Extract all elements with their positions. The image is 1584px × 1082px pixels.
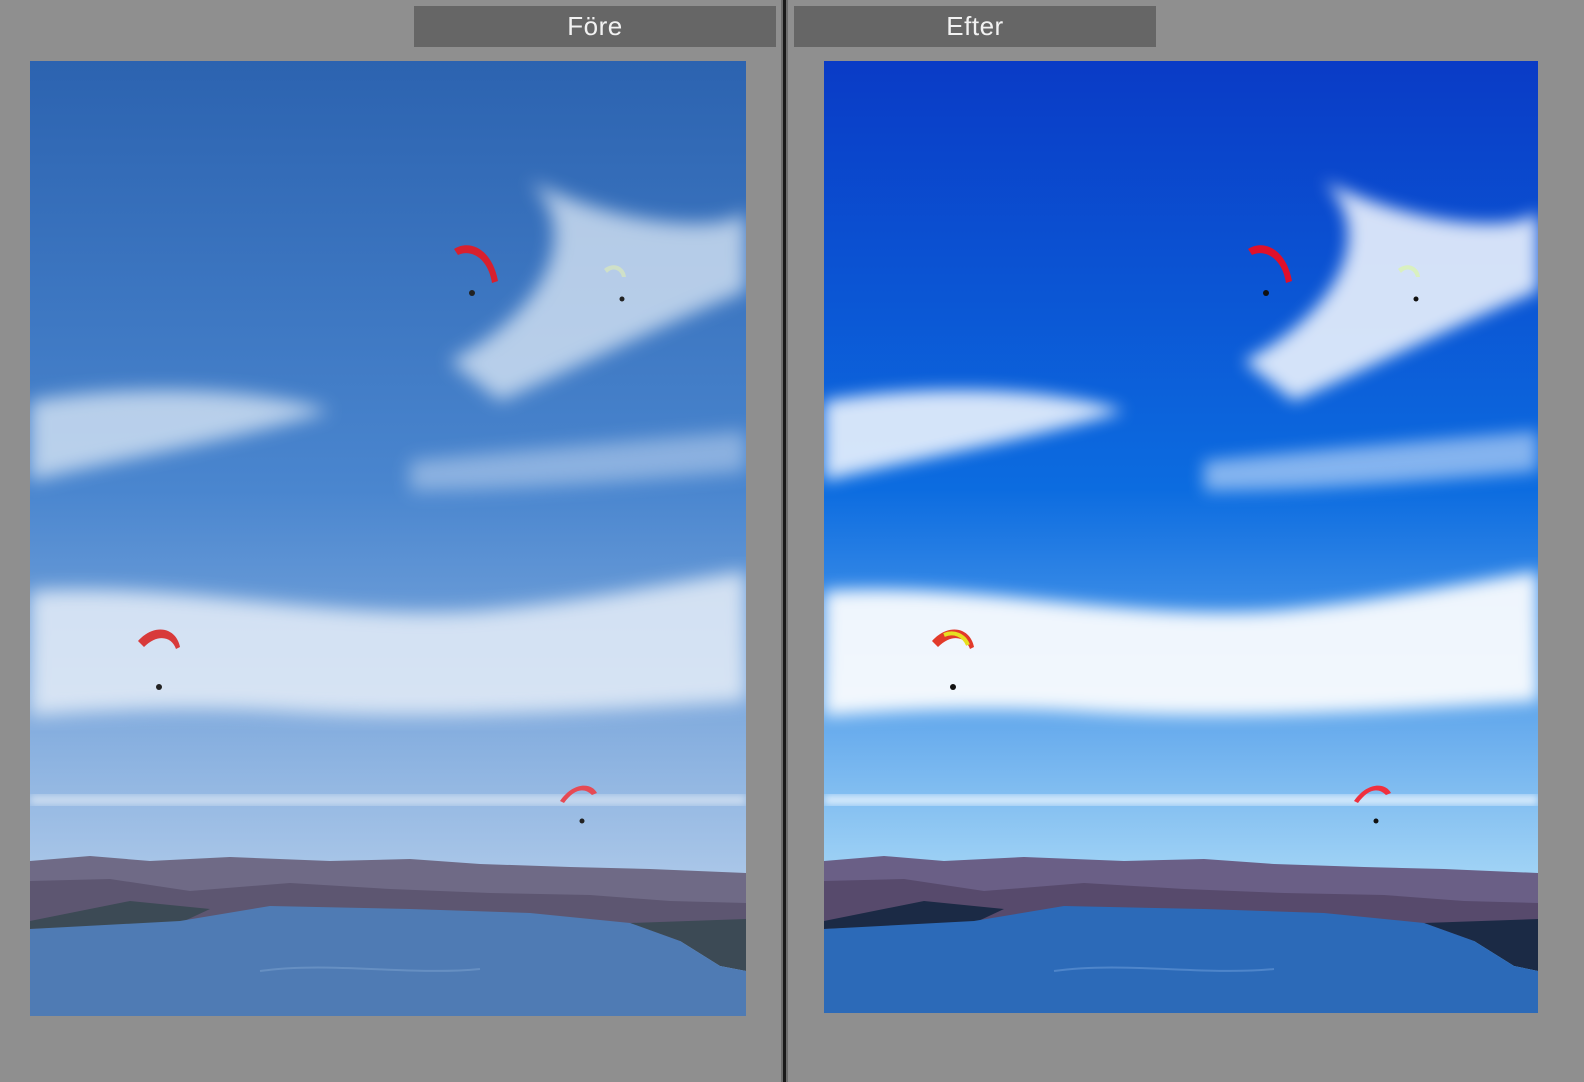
after-photo[interactable] [824,61,1538,1013]
before-pane: Före [0,0,781,1082]
before-label: Före [414,6,776,47]
after-photo-image [824,61,1538,1013]
after-label: Efter [794,6,1156,47]
after-pane [788,0,1584,1082]
before-photo[interactable] [30,61,746,1016]
before-photo-image [30,61,746,1016]
split-divider[interactable] [781,0,788,1082]
